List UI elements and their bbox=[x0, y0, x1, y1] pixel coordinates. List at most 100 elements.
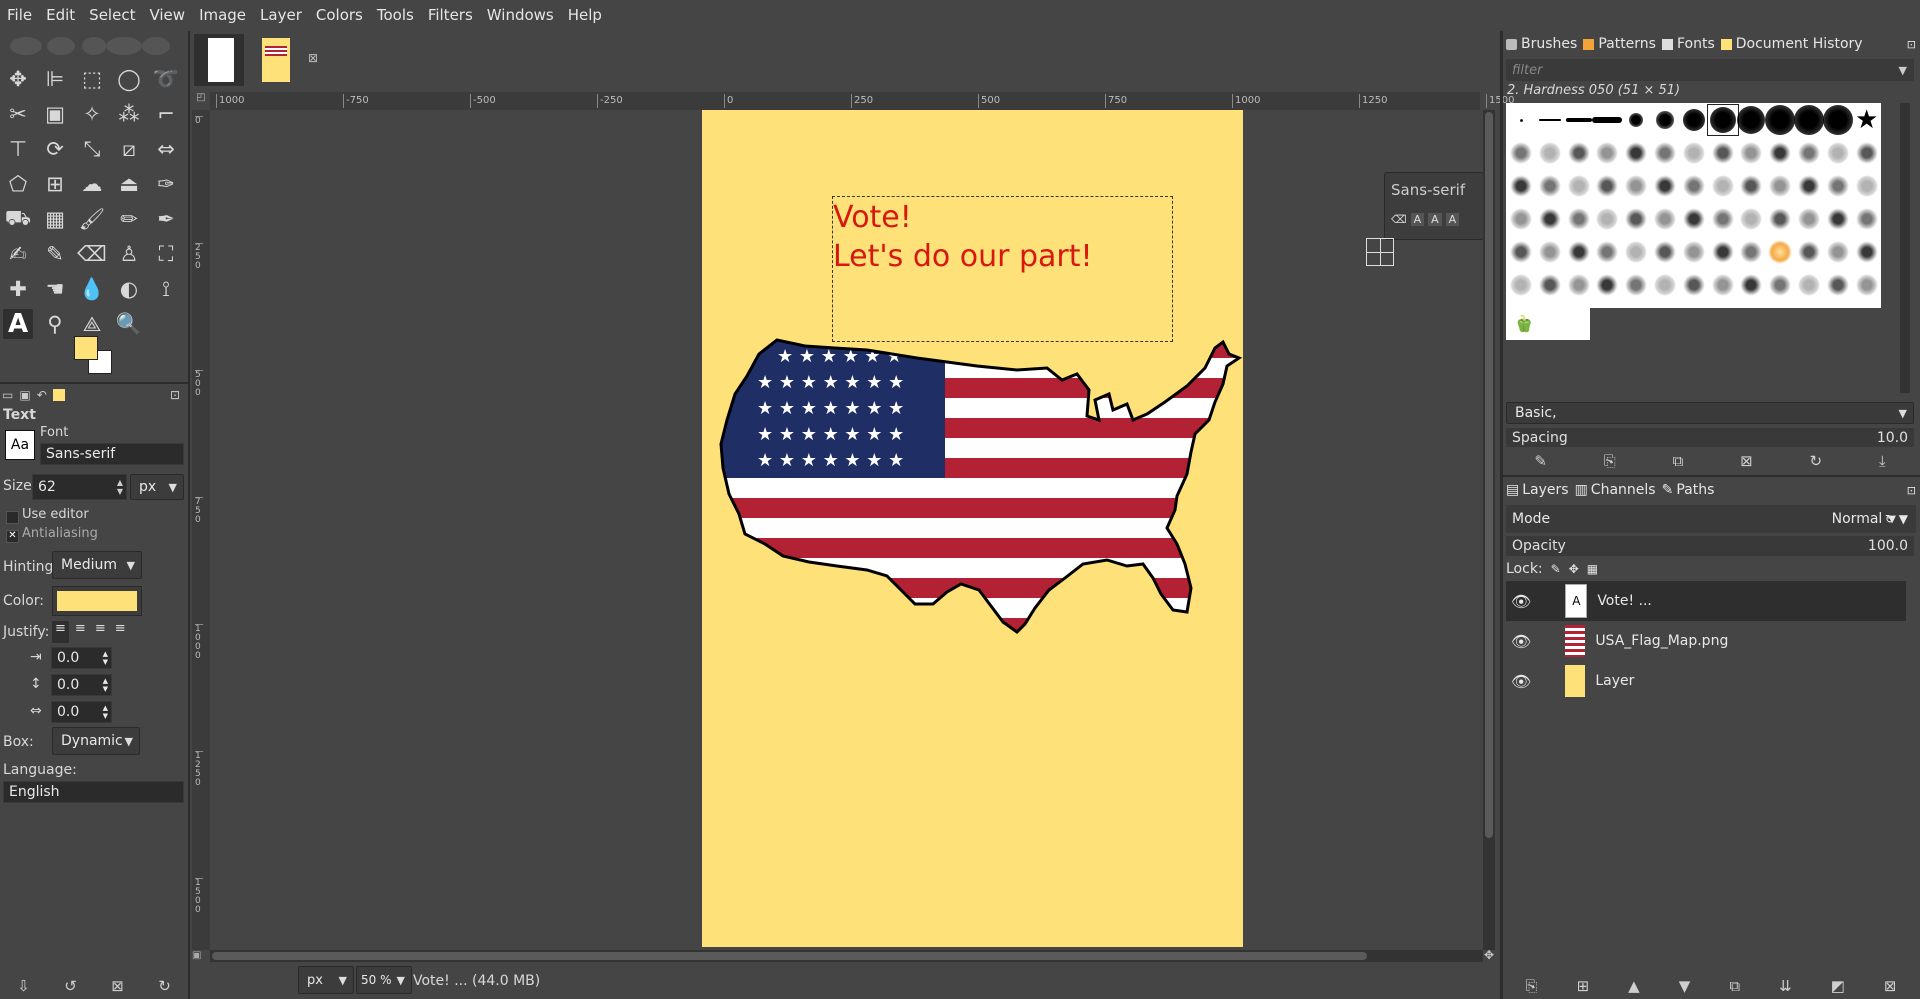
zoom-dropdown[interactable]: 50 % ▼ bbox=[356, 966, 412, 994]
quick-mask-icon[interactable]: ▣ bbox=[192, 950, 206, 962]
brush-thumbnail[interactable] bbox=[1564, 171, 1594, 201]
brush-thumbnail[interactable] bbox=[1650, 105, 1680, 135]
horizontal-scrollbar[interactable] bbox=[210, 950, 1483, 962]
canvas-image[interactable]: Vote! Let's do our part! ★ ★ ★ ★ ★ ★ ★ ★… bbox=[702, 110, 1243, 947]
delete-layer-icon[interactable]: ⊠ bbox=[1884, 977, 1897, 995]
brush-thumbnail[interactable] bbox=[1794, 204, 1824, 234]
color-picker-tool-icon[interactable]: ⚲ bbox=[40, 309, 70, 339]
vertical-ruler[interactable]: 0 250 500 750 1000 1250 1500 bbox=[192, 110, 210, 950]
brush-thumbnail[interactable] bbox=[1535, 171, 1565, 201]
brush-thumbnail[interactable] bbox=[1794, 270, 1824, 300]
smudge-tool-icon[interactable]: ☚ bbox=[40, 274, 70, 304]
brush-thumbnail[interactable] bbox=[1852, 270, 1882, 300]
brush-pepper-icon[interactable]: 🫑 bbox=[1514, 314, 1534, 333]
justify-right-icon[interactable]: ≡ bbox=[72, 621, 89, 643]
heal-tool-icon[interactable]: ✚ bbox=[3, 274, 33, 304]
antialiasing-checkbox[interactable]: ✕ bbox=[6, 530, 19, 543]
vertical-scrollbar[interactable] bbox=[1483, 110, 1495, 950]
brush-thumbnail[interactable] bbox=[1765, 204, 1795, 234]
usa-flag-map-image[interactable]: ★ ★ ★ ★ ★ ★ ★ ★ ★ ★ ★ ★ ★ ★ ★ ★ ★ ★ ★ ★ … bbox=[717, 328, 1245, 668]
brush-grid-row-last[interactable]: 🫑 bbox=[1506, 308, 1590, 340]
brush-thumbnail[interactable] bbox=[1736, 270, 1766, 300]
line-spacing-field[interactable]: 0.0 ▲ ▼ bbox=[51, 674, 112, 696]
brush-thumbnail[interactable] bbox=[1794, 171, 1824, 201]
image-tab-2[interactable] bbox=[252, 34, 302, 86]
menu-tools[interactable]: Tools bbox=[370, 0, 421, 31]
tab-patterns[interactable]: Patterns bbox=[1583, 36, 1656, 52]
configure-tab-icon[interactable]: ⊡ bbox=[1907, 484, 1916, 497]
shear-tool-icon[interactable]: ⧄ bbox=[114, 134, 144, 164]
image-tab-1[interactable] bbox=[194, 34, 244, 86]
menu-edit[interactable]: Edit bbox=[39, 0, 82, 31]
clear-style-icon[interactable]: ⌫ bbox=[1391, 213, 1407, 226]
handle-transform-tool-icon[interactable]: ⏏ bbox=[114, 169, 144, 199]
brush-thumbnail[interactable] bbox=[1736, 171, 1766, 201]
duplicate-brush-icon[interactable]: ⧉ bbox=[1673, 452, 1684, 470]
brush-thumbnail[interactable] bbox=[1708, 237, 1738, 267]
fg-bg-colors[interactable] bbox=[74, 336, 114, 376]
horizontal-scroll-thumb[interactable] bbox=[212, 952, 1367, 960]
brush-thumbnail[interactable] bbox=[1535, 270, 1565, 300]
indent-field[interactable]: 0.0 ▲ ▼ bbox=[51, 647, 112, 669]
brush-thumbnail[interactable] bbox=[1506, 204, 1536, 234]
tab-document-history[interactable]: Document History bbox=[1720, 36, 1863, 52]
move-tool-icon[interactable]: ✥ bbox=[3, 64, 33, 94]
raise-layer-icon[interactable]: ▲ bbox=[1628, 977, 1640, 995]
brush-thumbnail[interactable] bbox=[1621, 171, 1651, 201]
zoom-tool-icon[interactable]: 🔍 bbox=[114, 309, 144, 339]
edit-brush-icon[interactable]: ✎ bbox=[1534, 452, 1547, 470]
delete-brush-icon[interactable]: ⊠ bbox=[1740, 452, 1753, 470]
brush-thumbnail[interactable] bbox=[1823, 270, 1853, 300]
text-box-handle-icon[interactable] bbox=[1366, 238, 1394, 266]
brush-thumbnail[interactable] bbox=[1706, 104, 1739, 136]
crop-tool-icon[interactable]: ⌐ bbox=[151, 99, 181, 129]
spin-icon[interactable]: ▲ ▼ bbox=[103, 677, 108, 693]
spin-icon[interactable]: ▲ ▼ bbox=[103, 650, 108, 666]
align-tool-icon[interactable]: ⊫ bbox=[40, 64, 70, 94]
brush-thumbnail[interactable] bbox=[1621, 270, 1651, 300]
brush-thumbnail[interactable] bbox=[1535, 105, 1565, 135]
brush-thumbnail[interactable] bbox=[1794, 105, 1824, 135]
brush-thumbnail[interactable] bbox=[1765, 105, 1796, 135]
clone-tool-icon[interactable]: ♙ bbox=[114, 239, 144, 269]
brush-thumbnail[interactable] bbox=[1650, 270, 1680, 300]
merge-layer-icon[interactable]: ⇊ bbox=[1779, 977, 1792, 995]
tab-paths[interactable]: ✎ Paths bbox=[1662, 482, 1715, 498]
brush-thumbnail[interactable] bbox=[1621, 237, 1651, 267]
lock-pixels-icon[interactable]: ✎ bbox=[1551, 562, 1561, 576]
brush-thumbnail[interactable] bbox=[1679, 171, 1709, 201]
brush-thumbnail[interactable]: ★ bbox=[1852, 105, 1882, 135]
brush-thumbnail[interactable] bbox=[1679, 270, 1709, 300]
brush-thumbnail[interactable] bbox=[1823, 171, 1853, 201]
tab-fonts[interactable]: Fonts bbox=[1661, 36, 1715, 52]
new-layer-icon[interactable]: ⎘ bbox=[1526, 977, 1538, 995]
brush-thumbnail[interactable] bbox=[1564, 204, 1594, 234]
brush-thumbnail[interactable] bbox=[1852, 171, 1882, 201]
scissors-tool-icon[interactable]: ✂ bbox=[3, 99, 33, 129]
images-tab-icon[interactable] bbox=[52, 389, 65, 401]
brush-thumbnail[interactable] bbox=[1535, 138, 1565, 168]
menu-windows[interactable]: Windows bbox=[480, 0, 561, 31]
rotate-tool-icon[interactable]: ⟳ bbox=[40, 134, 70, 164]
brush-thumbnail[interactable] bbox=[1679, 237, 1709, 267]
tab-layers[interactable]: ▤ Layers bbox=[1506, 482, 1569, 498]
warp-tool-icon[interactable]: ☁ bbox=[77, 169, 107, 199]
menu-colors[interactable]: Colors bbox=[309, 0, 370, 31]
brush-thumbnail[interactable] bbox=[1564, 237, 1594, 267]
duplicate-layer-icon[interactable]: ⧉ bbox=[1729, 977, 1740, 995]
rect-select-tool-icon[interactable]: ⬚ bbox=[77, 64, 107, 94]
brush-thumbnail[interactable] bbox=[1708, 138, 1738, 168]
menu-help[interactable]: Help bbox=[561, 0, 609, 31]
font-preview-icon[interactable]: Aa bbox=[5, 430, 35, 460]
brush-thumbnail[interactable] bbox=[1592, 237, 1622, 267]
text-tool-icon[interactable]: A bbox=[3, 309, 33, 339]
brush-thumbnail[interactable] bbox=[1621, 204, 1651, 234]
pencil-tool-icon[interactable]: ✏ bbox=[114, 204, 144, 234]
close-image-tab-icon[interactable]: ⊠ bbox=[308, 51, 318, 65]
brush-thumbnail[interactable] bbox=[1822, 105, 1853, 135]
underline-style-icon[interactable]: A bbox=[1445, 213, 1460, 226]
brush-thumbnail[interactable] bbox=[1592, 270, 1622, 300]
device-status-tab-icon[interactable]: ▣ bbox=[19, 388, 30, 402]
mypaint-brush-tool-icon[interactable]: ✎ bbox=[40, 239, 70, 269]
brush-thumbnail[interactable] bbox=[1592, 105, 1623, 135]
